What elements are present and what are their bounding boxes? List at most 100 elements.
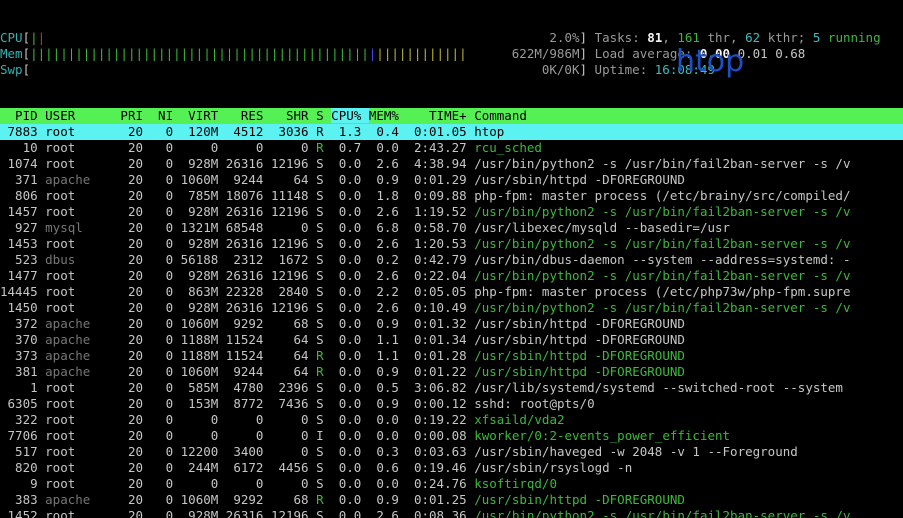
cell-virt: 928M	[181, 156, 226, 171]
cell-cmd: /usr/sbin/haveged -w 2048 -v 1 --Foregro…	[474, 444, 798, 459]
cell-pri: 20	[120, 316, 150, 331]
column-header-ni[interactable]: NI	[151, 108, 181, 123]
cell-mem: 6.8	[369, 220, 407, 235]
cell-pri: 20	[120, 428, 150, 443]
cell-time: 0:09.88	[406, 188, 474, 203]
process-row-523[interactable]: 523 dbus 20 0 56188 2312 1672 S 0.0 0.2 …	[0, 252, 903, 268]
cell-cpu: 0.0	[331, 380, 369, 395]
cell-s: S	[316, 380, 331, 395]
process-row-1453[interactable]: 1453 root 20 0 928M 26316 12196 S 0.0 2.…	[0, 236, 903, 252]
cell-res: 2312	[226, 252, 271, 267]
cell-virt: 863M	[181, 284, 226, 299]
cell-cmd: /usr/libexec/mysqld --basedir=/usr	[474, 220, 730, 235]
process-row-927[interactable]: 927 mysql 20 0 1321M 68548 0 S 0.0 6.8 0…	[0, 220, 903, 236]
cell-pid: 523	[0, 252, 45, 267]
cell-s: S	[316, 508, 331, 518]
cell-user: mysql	[45, 220, 120, 235]
process-row-322[interactable]: 322 root 20 0 0 0 0 S 0.0 0.0 0:19.22 xf…	[0, 412, 903, 428]
cell-cpu: 0.0	[331, 156, 369, 171]
process-row-820[interactable]: 820 root 20 0 244M 6172 4456 S 0.0 0.6 0…	[0, 460, 903, 476]
cell-pid: 1453	[0, 236, 45, 251]
cell-user: root	[45, 412, 120, 427]
cell-time: 0:01.05	[406, 124, 474, 139]
process-row-372[interactable]: 372 apache 20 0 1060M 9292 68 S 0.0 0.9 …	[0, 316, 903, 332]
process-row-517[interactable]: 517 root 20 0 12200 3400 0 S 0.0 0.3 0:0…	[0, 444, 903, 460]
cell-res: 26316	[226, 268, 271, 283]
cell-shr: 64	[271, 364, 316, 379]
cell-pri: 20	[120, 156, 150, 171]
column-header-user[interactable]: USER	[45, 108, 120, 123]
cell-cmd: /usr/sbin/httpd -DFOREGROUND	[474, 364, 685, 379]
cell-pri: 20	[120, 492, 150, 507]
cell-ni: 0	[151, 444, 181, 459]
process-row-14445[interactable]: 14445 root 20 0 863M 22328 2840 S 0.0 2.…	[0, 284, 903, 300]
cell-shr: 68	[271, 316, 316, 331]
cell-s: S	[316, 332, 331, 347]
process-row-10[interactable]: 10 root 20 0 0 0 0 R 0.7 0.0 2:43.27 rcu…	[0, 140, 903, 156]
cell-s: S	[316, 396, 331, 411]
cell-user: root	[45, 236, 120, 251]
process-row-9[interactable]: 9 root 20 0 0 0 0 S 0.0 0.0 0:24.76 ksof…	[0, 476, 903, 492]
process-row-1[interactable]: 1 root 20 0 585M 4780 2396 S 0.0 0.5 3:0…	[0, 380, 903, 396]
process-row-373[interactable]: 373 apache 20 0 1188M 11524 64 R 0.0 1.1…	[0, 348, 903, 364]
cell-virt: 1188M	[181, 348, 226, 363]
cell-ni: 0	[151, 396, 181, 411]
cell-cpu: 0.0	[331, 364, 369, 379]
cell-mem: 1.1	[369, 332, 407, 347]
cell-user: root	[45, 476, 120, 491]
process-row-6305[interactable]: 6305 root 20 0 153M 8772 7436 S 0.0 0.9 …	[0, 396, 903, 412]
cell-time: 0:01.29	[406, 172, 474, 187]
cell-shr: 12196	[271, 508, 316, 518]
column-header-res[interactable]: RES	[226, 108, 271, 123]
cell-s: R	[316, 140, 331, 155]
cell-time: 0:03.63	[406, 444, 474, 459]
cell-pri: 20	[120, 364, 150, 379]
column-header-time[interactable]: TIME+	[406, 108, 474, 123]
column-header-mem[interactable]: MEM%	[369, 108, 407, 123]
cell-shr: 1672	[271, 252, 316, 267]
process-row-1074[interactable]: 1074 root 20 0 928M 26316 12196 S 0.0 2.…	[0, 156, 903, 172]
cell-mem: 2.6	[369, 508, 407, 518]
cell-pid: 1477	[0, 268, 45, 283]
process-row-371[interactable]: 371 apache 20 0 1060M 9244 64 S 0.0 0.9 …	[0, 172, 903, 188]
cell-s: S	[316, 156, 331, 171]
cell-s: S	[316, 252, 331, 267]
process-row-1457[interactable]: 1457 root 20 0 928M 26316 12196 S 0.0 2.…	[0, 204, 903, 220]
mem-line: Mem[||||||||||||||||||||||||||||||||||||…	[0, 46, 903, 62]
column-header-s[interactable]: S	[316, 108, 331, 123]
cell-cpu: 0.0	[331, 476, 369, 491]
column-header-cpu[interactable]: CPU%	[331, 108, 369, 123]
cell-ni: 0	[151, 460, 181, 475]
cell-time: 0:01.34	[406, 332, 474, 347]
column-header-pri[interactable]: PRI	[120, 108, 150, 123]
column-header-cmd[interactable]: Command	[474, 108, 527, 123]
process-row-1477[interactable]: 1477 root 20 0 928M 26316 12196 S 0.0 2.…	[0, 268, 903, 284]
cell-virt: 12200	[181, 444, 226, 459]
process-row-7706[interactable]: 7706 root 20 0 0 0 0 I 0.0 0.0 0:00.08 k…	[0, 428, 903, 444]
cell-shr: 12196	[271, 204, 316, 219]
process-row-7883[interactable]: 7883 root 20 0 120M 4512 3036 R 1.3 0.4 …	[0, 124, 903, 140]
cell-virt: 0	[181, 140, 226, 155]
cell-s: R	[316, 364, 331, 379]
cell-cmd: /usr/bin/python2 -s /usr/bin/fail2ban-se…	[474, 204, 850, 219]
cell-res: 11524	[226, 332, 271, 347]
process-row-1450[interactable]: 1450 root 20 0 928M 26316 12196 S 0.0 2.…	[0, 300, 903, 316]
cell-time: 0:01.32	[406, 316, 474, 331]
column-header-virt[interactable]: VIRT	[181, 108, 226, 123]
cell-pri: 20	[120, 508, 150, 518]
column-header-pid[interactable]: PID	[0, 108, 45, 123]
cell-cpu: 0.0	[331, 348, 369, 363]
cell-cpu: 1.3	[331, 124, 369, 139]
cell-s: S	[316, 268, 331, 283]
cell-ni: 0	[151, 140, 181, 155]
process-row-381[interactable]: 381 apache 20 0 1060M 9244 64 R 0.0 0.9 …	[0, 364, 903, 380]
cell-virt: 785M	[181, 188, 226, 203]
process-row-1452[interactable]: 1452 root 20 0 928M 26316 12196 S 0.0 2.…	[0, 508, 903, 518]
column-header-shr[interactable]: SHR	[271, 108, 316, 123]
cell-time: 0:19.46	[406, 460, 474, 475]
process-row-370[interactable]: 370 apache 20 0 1188M 11524 64 S 0.0 1.1…	[0, 332, 903, 348]
cell-cpu: 0.0	[331, 252, 369, 267]
process-row-383[interactable]: 383 apache 20 0 1060M 9292 68 R 0.0 0.9 …	[0, 492, 903, 508]
cell-time: 0:22.04	[406, 268, 474, 283]
process-row-806[interactable]: 806 root 20 0 785M 18076 11148 S 0.0 1.8…	[0, 188, 903, 204]
